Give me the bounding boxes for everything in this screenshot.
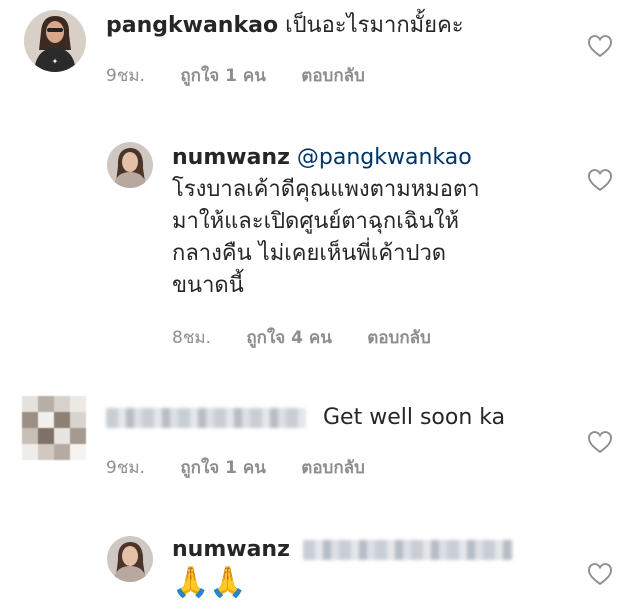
- comment-text-line-3: กลางคืน ไม่เคยเห็นพี่เค้าปวด: [172, 241, 447, 266]
- comment-meta: 9ชม. ถูกใจ 1 คน ตอบกลับ: [106, 62, 395, 89]
- comment-body: numwanz 🙏🙏: [172, 534, 523, 600]
- comment-text: Get well soon ka: [323, 405, 506, 430]
- comment-time: 9ชม.: [106, 458, 145, 478]
- comment-time: 9ชม.: [106, 66, 145, 86]
- avatar[interactable]: [22, 396, 86, 460]
- mention-redacted[interactable]: [302, 540, 513, 560]
- comment-time: 8ชม.: [172, 328, 211, 348]
- likes-count[interactable]: ถูกใจ 4 คน: [246, 328, 332, 348]
- comment-text-line-1: โรงบาลเค้าดีคุณแพงตามหมอตา: [172, 177, 480, 202]
- svg-text:✦: ✦: [52, 57, 59, 66]
- reply-button[interactable]: ตอบกลับ: [367, 328, 431, 348]
- comment-meta: 9ชม. ถูกใจ 1 คน ตอบกลับ: [106, 454, 395, 481]
- reply-button[interactable]: ตอบกลับ: [301, 458, 365, 478]
- heart-outline-icon[interactable]: [586, 560, 614, 588]
- avatar[interactable]: ✦: [24, 10, 86, 72]
- likes-count[interactable]: ถูกใจ 1 คน: [180, 66, 266, 86]
- heart-outline-icon[interactable]: [586, 428, 614, 456]
- comment-text: เป็นอะไรมากมั้ยคะ: [285, 13, 464, 38]
- likes-count[interactable]: ถูกใจ 1 คน: [180, 458, 266, 478]
- comment-meta: 8ชม. ถูกใจ 4 คน ตอบกลับ: [172, 324, 461, 351]
- username[interactable]: pangkwankao: [106, 13, 278, 38]
- username-redacted[interactable]: [106, 408, 306, 428]
- heart-outline-icon[interactable]: [586, 166, 614, 194]
- heart-outline-icon[interactable]: [586, 32, 614, 60]
- mention-link[interactable]: @pangkwankao: [297, 145, 472, 170]
- comment-body: Get well soon ka: [106, 402, 505, 434]
- username[interactable]: numwanz: [172, 537, 290, 562]
- comment-text-line-2: มาให้และเปิดศูนย์ตาฉุกเฉินให้: [172, 209, 459, 234]
- reply-button[interactable]: ตอบกลับ: [301, 66, 365, 86]
- comment-body: pangkwankao เป็นอะไรมากมั้ยคะ: [106, 10, 464, 42]
- avatar[interactable]: [107, 536, 153, 582]
- username[interactable]: numwanz: [172, 145, 290, 170]
- comment-body: numwanz @pangkwankao โรงบาลเค้าดีคุณแพงต…: [172, 142, 480, 302]
- comment-text-line-4: ขนาดนี้: [172, 273, 244, 298]
- avatar[interactable]: [107, 142, 153, 188]
- comment-text: 🙏🙏: [172, 565, 247, 600]
